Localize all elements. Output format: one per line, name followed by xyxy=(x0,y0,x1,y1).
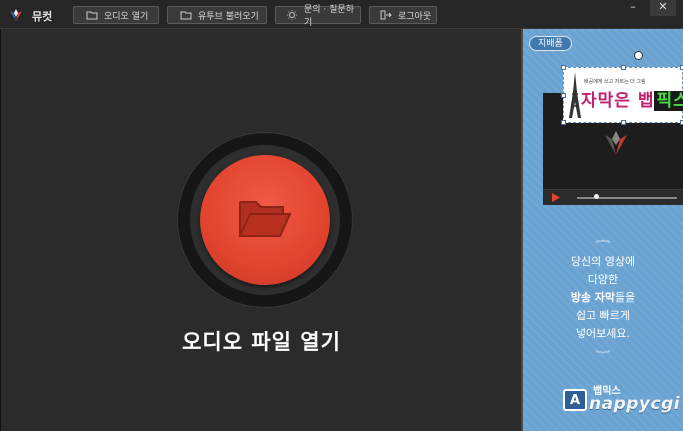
template-pill-button[interactable]: 지배폼 xyxy=(529,36,572,51)
promo-line-3-rest: 들을 xyxy=(615,291,636,304)
seek-bar[interactable] xyxy=(577,197,677,199)
minimize-button[interactable]: – xyxy=(620,0,646,16)
promo-line-1: 당신의 영상에 xyxy=(570,255,636,268)
folder-icon xyxy=(86,11,98,20)
title-bar: 뮤컷 오디오 열기 유투브 불러오기 문의 · 질문하기 로그아웃 – ✕ xyxy=(0,0,683,29)
main-panel: 오디오 파일 열기 xyxy=(0,29,521,431)
resize-handle[interactable] xyxy=(621,65,626,70)
app-title: 뮤컷 xyxy=(32,10,53,23)
subtitle-sticker-preview[interactable]: 배공에게 쓰고 자르는 더 그림 자막은 뱁픽스 xyxy=(561,65,683,125)
promo-line-2: 다양한 xyxy=(587,273,619,286)
resize-handle[interactable] xyxy=(561,93,566,98)
promo-side-panel: 지배폼 배공에게 쓰고 자르는 더 그림 자막은 뱁픽스 ︷ 당신의 영상에 다… xyxy=(521,29,683,431)
play-icon[interactable] xyxy=(551,193,560,202)
lightbulb-icon xyxy=(287,10,297,20)
brand-badge-icon: A xyxy=(563,389,587,411)
inquiry-button[interactable]: 문의 · 질문하기 xyxy=(275,5,361,28)
promo-line-4: 쉽고 빠르게 xyxy=(575,309,631,322)
sticker-caption: 배공에게 쓰고 자르는 더 그림 xyxy=(584,79,646,85)
open-audio-label: 오디오 열기 xyxy=(104,11,149,22)
brand-logo[interactable]: nappycgi xyxy=(589,394,680,414)
video-controls xyxy=(543,189,683,205)
video-logo-icon xyxy=(605,131,627,155)
youtube-load-label: 유투브 불러오기 xyxy=(198,11,259,22)
open-audio-file-label: 오디오 파일 열기 xyxy=(182,330,341,354)
folder-icon xyxy=(180,11,192,20)
eiffel-tower-icon xyxy=(569,72,581,118)
resize-handle[interactable] xyxy=(561,120,566,125)
promo-line-3: 방송 자막들을 xyxy=(523,289,683,306)
resize-handle[interactable] xyxy=(621,120,626,125)
resize-handle[interactable] xyxy=(561,65,566,70)
brace-bottom-icon: ︸ xyxy=(596,350,610,366)
brace-top-icon: ︷ xyxy=(596,230,610,246)
youtube-load-button[interactable]: 유투브 불러오기 xyxy=(167,6,267,24)
logout-label: 로그아웃 xyxy=(398,11,432,22)
rotate-handle-icon[interactable] xyxy=(634,51,643,60)
open-audio-button[interactable]: 오디오 열기 xyxy=(73,6,159,24)
logout-icon xyxy=(380,10,392,20)
seek-knob[interactable] xyxy=(594,194,599,199)
open-folder-icon xyxy=(238,201,292,237)
inquiry-label: 문의 · 질문하기 xyxy=(304,5,354,28)
sticker-title-main: 자막은 뱁 xyxy=(581,91,655,111)
open-audio-file-button[interactable] xyxy=(200,155,330,285)
close-button[interactable]: ✕ xyxy=(650,0,676,16)
sticker-title-dark: 픽스 xyxy=(654,91,683,111)
logout-button[interactable]: 로그아웃 xyxy=(369,6,437,24)
promo-highlight: 방송 자막 xyxy=(570,291,616,304)
sticker-title: 자막은 뱁픽스 xyxy=(581,86,683,111)
promo-line-5: 넣어보세요. xyxy=(575,327,631,340)
app-logo-icon xyxy=(10,9,22,21)
